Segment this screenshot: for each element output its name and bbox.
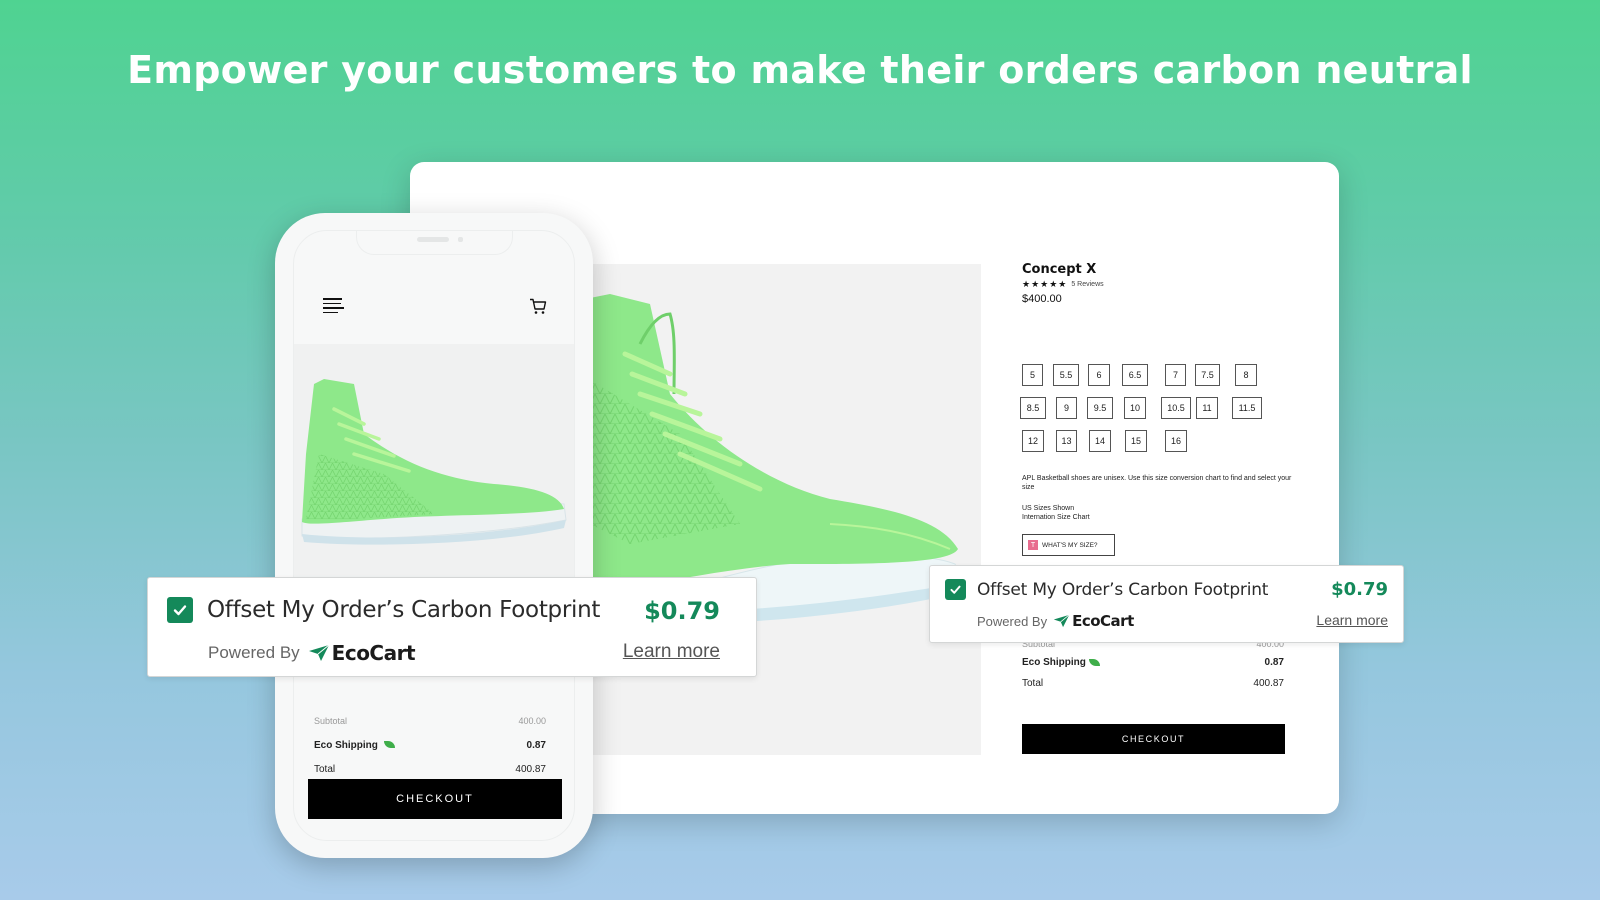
offset-title: Offset My Order’s Carbon Footprint <box>207 597 601 623</box>
size-option[interactable]: 9 <box>1056 397 1077 419</box>
total-label: Total <box>314 763 336 775</box>
checkout-button-mobile[interactable]: CHECKOUT <box>308 779 562 819</box>
total-row: Total 400.87 <box>1022 672 1284 695</box>
ecocart-widget-mobile: Offset My Order’s Carbon Footprint $0.79… <box>147 577 757 677</box>
ecocart-brand: EcoCart <box>331 641 416 665</box>
size-option[interactable]: 7 <box>1165 364 1186 386</box>
headline: Empower your customers to make their ord… <box>127 48 1473 92</box>
leaf-icon <box>383 741 395 749</box>
phone-notch <box>356 231 513 255</box>
powered-by-label: Powered By <box>977 613 1048 629</box>
order-summary-desktop: Subtotal 400.00 Eco Shipping 0.87 Total … <box>1022 634 1284 695</box>
whats-my-size-label: WHAT'S MY SIZE? <box>1042 541 1098 549</box>
eco-shipping-value: 0.87 <box>1264 657 1284 668</box>
ecocart-widget-desktop: Offset My Order’s Carbon Footprint $0.79… <box>929 565 1404 643</box>
offset-price: $0.79 <box>644 597 720 625</box>
size-selector: 5 5.5 6 6.5 7 7.5 8 8.5 9 9.5 10 10.5 11… <box>1020 364 1292 463</box>
us-sizes-shown: US Sizes Shown <box>1022 505 1075 512</box>
checkmark-icon <box>950 585 961 594</box>
subtotal-label: Subtotal <box>314 716 348 726</box>
eco-shipping-value: 0.87 <box>526 739 546 751</box>
size-option[interactable]: 6.5 <box>1122 364 1148 386</box>
size-option[interactable]: 12 <box>1022 430 1044 452</box>
offset-title: Offset My Order’s Carbon Footprint <box>977 579 1269 600</box>
subtotal-row: Subtotal 400.00 <box>314 709 546 733</box>
size-option[interactable]: 11.5 <box>1232 397 1262 419</box>
product-image-mobile <box>294 344 574 594</box>
total-value: 400.87 <box>1253 678 1284 689</box>
ecocart-brand: EcoCart <box>1072 612 1134 630</box>
order-summary-mobile: Subtotal 400.00 Eco Shipping 0.87 Total … <box>314 709 546 781</box>
product-image-desktop <box>559 264 981 755</box>
ecocart-logo-icon <box>1053 614 1070 628</box>
size-option[interactable]: 14 <box>1089 430 1111 452</box>
checkout-button-desktop[interactable]: CHECKOUT <box>1022 724 1285 754</box>
reviews-link[interactable]: 5 Reviews <box>1071 281 1103 288</box>
size-tool-icon: T <box>1028 540 1038 550</box>
size-option[interactable]: 5.5 <box>1053 364 1079 386</box>
learn-more-link[interactable]: Learn more <box>623 641 720 663</box>
size-option[interactable]: 16 <box>1165 430 1187 452</box>
phone-mockup: Subtotal 400.00 Eco Shipping 0.87 Total … <box>275 213 593 858</box>
size-row: 5 5.5 6 6.5 7 7.5 8 <box>1022 364 1292 397</box>
speaker <box>417 237 449 242</box>
international-size-chart-link[interactable]: Internation Size Chart <box>1022 513 1090 522</box>
product-name: Concept X <box>1022 262 1097 277</box>
offset-checkbox[interactable] <box>945 579 966 600</box>
size-row: 12 13 14 15 16 <box>1022 430 1292 463</box>
size-option[interactable]: 5 <box>1022 364 1043 386</box>
sneaker-image <box>559 294 961 626</box>
powered-by: Powered By EcoCart <box>208 641 416 665</box>
checkmark-icon <box>173 605 187 616</box>
size-option[interactable]: 11 <box>1196 397 1218 419</box>
phone-screen: Subtotal 400.00 Eco Shipping 0.87 Total … <box>293 230 575 841</box>
eco-shipping-label: Eco Shipping <box>314 739 378 751</box>
product-info: Concept X ★★★★★ 5 Reviews $400.00 <box>1022 262 1292 305</box>
learn-more-link[interactable]: Learn more <box>1316 612 1388 628</box>
eco-shipping-row: Eco Shipping 0.87 <box>1022 653 1284 672</box>
size-option[interactable]: 8 <box>1235 364 1257 386</box>
leaf-icon <box>1088 658 1100 666</box>
star-rating-icon: ★★★★★ <box>1022 279 1068 289</box>
eco-shipping-row: Eco Shipping 0.87 <box>314 733 546 757</box>
product-price: $400.00 <box>1022 293 1062 305</box>
eco-shipping-label: Eco Shipping <box>1022 657 1086 668</box>
powered-by: Powered By EcoCart <box>977 612 1134 630</box>
total-label: Total <box>1022 678 1044 689</box>
ecocart-logo-icon <box>308 644 329 661</box>
size-links: US Sizes Shown Internation Size Chart <box>1022 504 1090 522</box>
size-note: APL Basketball shoes are unisex. Use thi… <box>1022 475 1292 492</box>
whats-my-size-button[interactable]: T WHAT'S MY SIZE? <box>1022 534 1115 556</box>
offset-checkbox[interactable] <box>167 597 193 623</box>
sneaker-image <box>301 379 567 545</box>
total-row: Total 400.87 <box>314 757 546 781</box>
total-value: 400.87 <box>515 763 546 775</box>
size-option[interactable]: 6 <box>1088 364 1110 386</box>
camera <box>458 237 463 242</box>
size-option[interactable]: 10.5 <box>1161 397 1191 419</box>
size-option[interactable]: 8.5 <box>1020 397 1046 419</box>
hamburger-menu-icon[interactable] <box>323 298 344 313</box>
cart-icon[interactable] <box>529 298 547 315</box>
size-row: 8.5 9 9.5 10 10.5 11 11.5 <box>1020 397 1292 430</box>
size-option[interactable]: 15 <box>1125 430 1147 452</box>
size-option[interactable]: 13 <box>1056 430 1077 452</box>
size-option[interactable]: 7.5 <box>1195 364 1220 386</box>
subtotal-value: 400.00 <box>518 716 546 726</box>
powered-by-label: Powered By <box>208 643 300 662</box>
size-option[interactable]: 9.5 <box>1087 397 1113 419</box>
size-option[interactable]: 10 <box>1124 397 1146 419</box>
product-rating[interactable]: ★★★★★ 5 Reviews <box>1022 279 1292 290</box>
offset-price: $0.79 <box>1331 579 1388 600</box>
